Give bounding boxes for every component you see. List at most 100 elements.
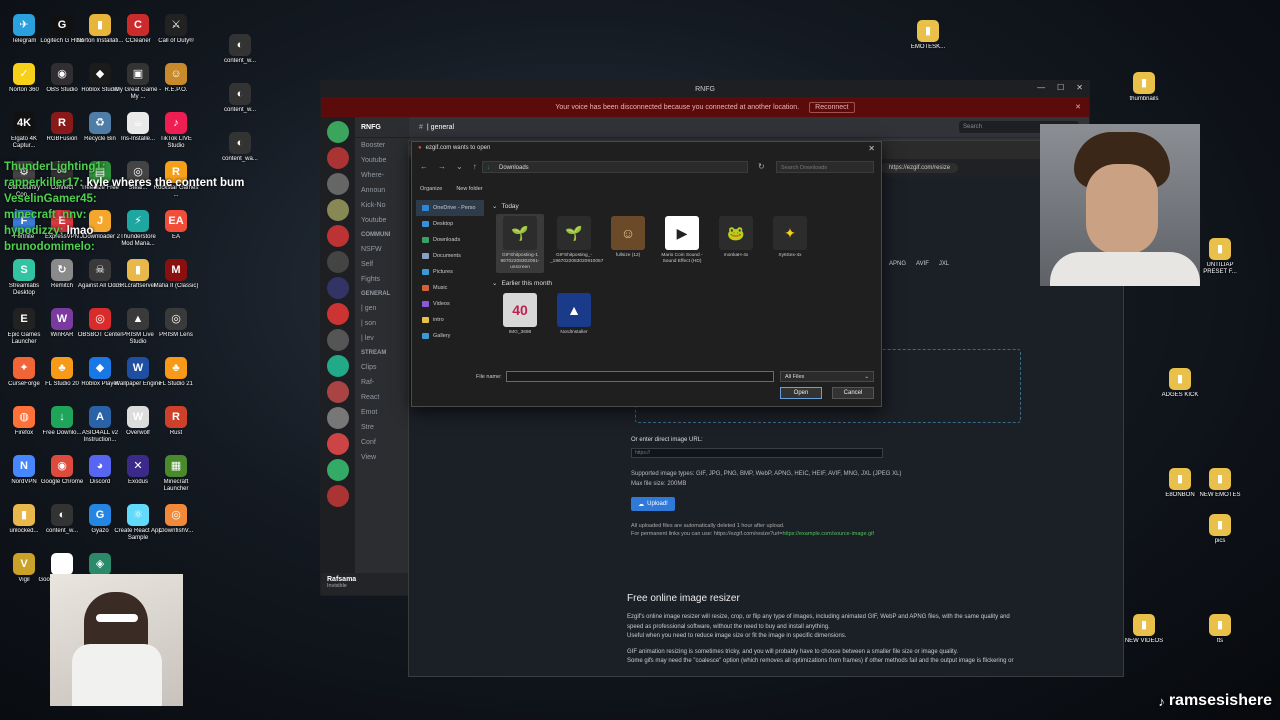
file-item[interactable]: 🌱 GIFShitposting_-_1967022083020910057 [550,214,603,273]
desktop-icon[interactable]: M Mafia II (Classic) [152,259,200,290]
note-example-link[interactable]: https://example.com/source-image.gif [782,531,873,537]
desktop-icon[interactable]: ▮ ADGES KICK [1156,368,1204,399]
group-header-earlier[interactable]: ⌄ Earlier this month [492,277,872,289]
nav-pane-item[interactable]: Videos [416,296,484,312]
desktop-icon[interactable]: ▮ NEW EMOTES [1196,468,1244,499]
server-icon[interactable] [327,277,349,299]
server-icon[interactable] [327,433,349,455]
server-icon[interactable] [327,225,349,247]
desktop-icon[interactable]: ☺ R.E.P.O. [152,63,200,94]
server-icon[interactable] [327,121,349,143]
server-icon[interactable] [327,407,349,429]
dialog-search-input[interactable]: Search Downloads [776,161,874,173]
desktop-icon[interactable]: ▮ tts [1196,614,1244,645]
channel-item[interactable]: Where- [355,168,409,183]
channel-item[interactable]: View [355,450,409,465]
upload-button[interactable]: ☁ Upload! [631,497,675,511]
desktop-icon[interactable]: ▮ EMOTESK... [904,20,952,51]
back-icon[interactable]: ← [420,162,428,171]
channel-item[interactable]: Kick-No [355,198,409,213]
desktop-icon[interactable]: ⚔ Call of Duty® [152,14,200,45]
file-name-input[interactable] [506,371,774,382]
forward-icon[interactable]: → [438,162,446,171]
nav-pane-item[interactable]: Gallery [416,328,484,344]
desktop-icon[interactable]: ◐ content_w... [216,34,264,65]
channel-item[interactable]: | lev [355,331,409,346]
address-bar[interactable]: https://ezgif.com/resize [880,163,959,173]
channel-item[interactable]: Youtube [355,213,409,228]
open-button[interactable]: Open [780,387,822,399]
direct-url-input[interactable]: https:// [631,448,883,458]
server-icon[interactable] [327,329,349,351]
channel-item[interactable]: React [355,390,409,405]
file-item[interactable]: 🌱 GIFShitposting-1 96702208302091-unscree… [496,214,544,273]
channel-item[interactable]: Stre [355,420,409,435]
chevron-down-icon[interactable]: ⌄ [456,162,463,171]
desktop-icon[interactable]: ▮ NEW VIDEOS [1120,614,1168,645]
channel-item[interactable]: Clips [355,360,409,375]
server-icon[interactable] [327,303,349,325]
channel-item[interactable]: Conf [355,435,409,450]
cancel-button[interactable]: Cancel [832,387,874,399]
server-icon[interactable] [327,355,349,377]
channel-item[interactable]: Emot [355,405,409,420]
server-icon[interactable] [327,199,349,221]
channel-item[interactable]: Fights [355,272,409,287]
minimize-icon[interactable]: — [1037,83,1045,92]
nav-pane-item[interactable]: Pictures [416,264,484,280]
channel-category[interactable]: Communi [355,228,409,242]
channel-item[interactable]: Announ [355,183,409,198]
channel-item[interactable]: Raf- [355,375,409,390]
desktop-icon[interactable]: ◎ PRISM Lens [152,308,200,339]
file-item[interactable]: ▶ Mario Coin Sound - Sound Effect (HD) [658,214,706,273]
server-icon[interactable] [327,251,349,273]
organize-button[interactable]: Organize [420,186,442,192]
reconnect-button[interactable]: Reconnect [809,101,855,113]
group-header-today[interactable]: ⌄ Today [492,200,872,212]
maximize-icon[interactable]: ☐ [1057,83,1064,92]
refresh-icon[interactable]: ↻ [758,162,765,171]
desktop-icon[interactable]: ◐ content_wa... [216,132,264,163]
desktop-icon[interactable]: ▮ pics [1196,514,1244,545]
close-icon[interactable]: ✕ [1076,83,1083,92]
file-item[interactable]: 40 IMG_3698 [496,291,544,338]
desktop-icon[interactable]: ◐ content_w... [216,83,264,114]
format-link[interactable]: JXL [939,261,949,267]
channel-category[interactable]: Stream [355,346,409,360]
desktop-icon[interactable]: ▮ UNTILIAP PRESET F... [1196,238,1244,275]
desktop-icon[interactable]: ◎ ClownfishV... [152,504,200,535]
channel-item[interactable]: | son [355,316,409,331]
user-panel[interactable]: Rafsama Invisible [321,573,409,595]
desktop-icon[interactable]: R Rust [152,406,200,437]
channel-item[interactable]: NSFW [355,242,409,257]
nav-pane-item[interactable]: Downloads [416,232,484,248]
banner-close-icon[interactable]: ✕ [1075,103,1081,111]
channel-category[interactable]: GENERAL [355,287,409,301]
desktop-icon[interactable]: ▦ Minecraft Launcher [152,455,200,492]
file-item[interactable]: 🐸 monkaH-4x [712,214,760,273]
file-item[interactable]: ✦ Xy6Sex-4x [766,214,814,273]
channel-item[interactable]: Self [355,257,409,272]
format-link[interactable]: APNG [889,261,906,267]
server-icon[interactable] [327,381,349,403]
guild-name[interactable]: RNFG [355,117,409,138]
dialog-path-bar[interactable]: ↓ Downloads [482,161,748,173]
file-item[interactable]: ☺ fullsize (12) [604,214,652,273]
new-folder-button[interactable]: New folder [456,186,482,192]
format-link[interactable]: AVIF [916,261,929,267]
desktop-icon[interactable]: ♣ FL Studio 21 [152,357,200,388]
server-icon[interactable] [327,459,349,481]
desktop-icon[interactable]: ▮ thumbnails [1120,72,1168,103]
nav-pane-item[interactable]: OneDrive - Perso [416,200,484,216]
nav-pane-item[interactable]: Documents [416,248,484,264]
channel-item[interactable]: Booster [355,138,409,153]
nav-pane-item[interactable]: intro [416,312,484,328]
server-icon[interactable] [327,173,349,195]
server-icon[interactable] [327,485,349,507]
desktop-icon[interactable]: ♪ TikTok LIVE Studio [152,112,200,149]
file-item[interactable]: ▲ NordInstaller [550,291,598,338]
dialog-close-icon[interactable]: ✕ [868,144,875,153]
channel-item[interactable]: Youtube [355,153,409,168]
server-icon[interactable] [327,147,349,169]
nav-pane-item[interactable]: Music [416,280,484,296]
